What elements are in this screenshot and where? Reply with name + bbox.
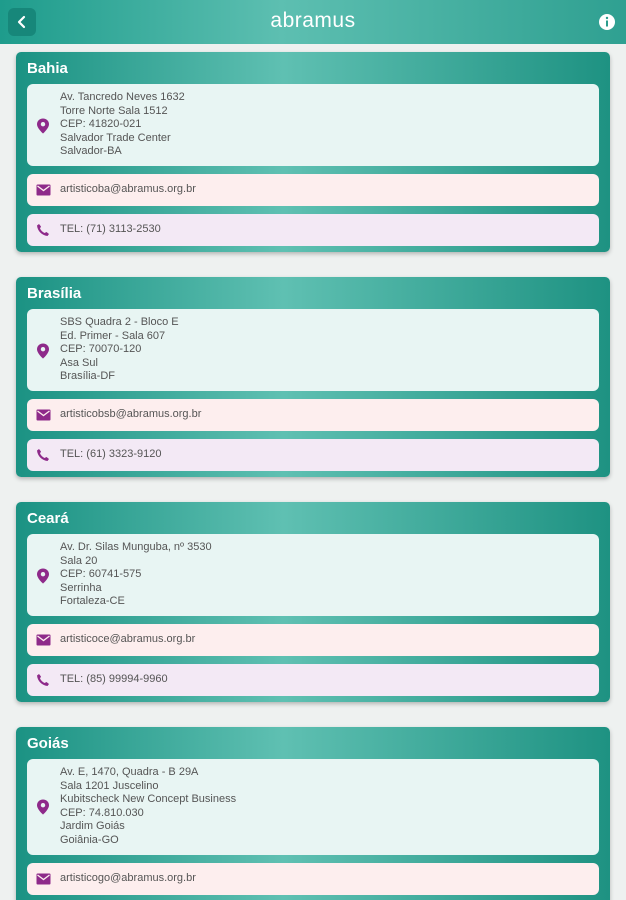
phone-icon	[37, 674, 49, 686]
address-line: Salvador-BA	[60, 145, 122, 158]
address-line: Brasília-DF	[60, 370, 116, 383]
address-line: Kubitscheck New Concept Business	[60, 793, 237, 806]
office-state-title: Bahia	[27, 60, 68, 77]
mail-icon	[36, 184, 51, 196]
address-line: CEP: 70070-120	[60, 343, 142, 356]
location-pin-icon	[37, 799, 49, 815]
address-line: Ed. Primer - Sala 607	[60, 329, 166, 342]
address-line: CEP: 74.810.030	[60, 806, 144, 819]
office-card: Brasília SBS Quadra 2 - Bloco E Ed. Prim…	[16, 277, 610, 477]
mail-icon	[36, 634, 51, 646]
address-line: SBS Quadra 2 - Bloco E	[60, 316, 179, 328]
address-row[interactable]: Av. Dr. Silas Munguba, nº 3530 Sala 20 C…	[27, 534, 599, 616]
phone-text: TEL: (61) 3323-9120	[60, 448, 162, 460]
address-line: Salvador Trade Center	[60, 131, 171, 144]
address-line: CEP: 41820-021	[60, 118, 142, 131]
address-line: Fortaleza-CE	[60, 595, 125, 608]
office-state-title: Goiás	[27, 735, 69, 752]
address-line: Av. Tancredo Neves 1632	[60, 91, 185, 103]
location-pin-icon	[37, 568, 49, 584]
phone-text: TEL: (85) 99994-9960	[60, 673, 168, 685]
phone-text: TEL: (71) 3113-2530	[60, 223, 161, 235]
address-row[interactable]: Av. Tancredo Neves 1632 Torre Norte Sala…	[27, 84, 599, 166]
office-state-title: Ceará	[27, 510, 69, 527]
address-row[interactable]: Av. E, 1470, Quadra - B 29A Sala 1201 Ju…	[27, 759, 599, 855]
address-line: Goiânia-GO	[60, 833, 119, 846]
phone-row[interactable]: TEL: (85) 99994-9960	[27, 664, 599, 696]
phone-row[interactable]: TEL: (61) 3323-9120	[27, 439, 599, 471]
info-icon[interactable]	[598, 13, 616, 31]
email-row[interactable]: artisticoba@abramus.org.br	[27, 174, 599, 206]
office-card: Goiás Av. E, 1470, Quadra - B 29A Sala 1…	[16, 727, 610, 900]
address-line: CEP: 60741-575	[60, 568, 142, 581]
address-line: Torre Norte Sala 1512	[60, 104, 168, 117]
location-pin-icon	[37, 343, 49, 359]
address-line: Jardim Goiás	[60, 820, 125, 833]
email-row[interactable]: artisticoce@abramus.org.br	[27, 624, 599, 656]
office-state-title: Brasília	[27, 285, 82, 302]
email-text: artisticogo@abramus.org.br	[60, 872, 196, 884]
mail-icon	[36, 873, 51, 885]
email-row[interactable]: artisticobsb@abramus.org.br	[27, 399, 599, 431]
address-row[interactable]: SBS Quadra 2 - Bloco E Ed. Primer - Sala…	[27, 309, 599, 391]
address-line: Serrinha	[60, 581, 102, 594]
app-logo: abramus	[270, 9, 356, 32]
top-app-bar: abramus	[0, 0, 626, 44]
phone-icon	[37, 224, 49, 236]
phone-row[interactable]: TEL: (71) 3113-2530	[27, 214, 599, 246]
office-card: Bahia Av. Tancredo Neves 1632 Torre Nort…	[16, 52, 610, 252]
address-line: Av. E, 1470, Quadra - B 29A	[60, 766, 199, 778]
mail-icon	[36, 409, 51, 421]
office-card: Ceará Av. Dr. Silas Munguba, nº 3530 Sal…	[16, 502, 610, 702]
offices-list[interactable]: Bahia Av. Tancredo Neves 1632 Torre Nort…	[0, 44, 626, 900]
location-pin-icon	[37, 118, 49, 134]
address-line: Sala 1201 Juscelino	[60, 779, 159, 792]
address-line: Asa Sul	[60, 356, 98, 369]
email-text: artisticoce@abramus.org.br	[60, 633, 196, 645]
phone-icon	[37, 449, 49, 461]
email-row[interactable]: artisticogo@abramus.org.br	[27, 863, 599, 895]
email-text: artisticoba@abramus.org.br	[60, 183, 196, 195]
email-text: artisticobsb@abramus.org.br	[60, 408, 202, 420]
address-line: Sala 20	[60, 554, 98, 567]
address-line: Av. Dr. Silas Munguba, nº 3530	[60, 541, 212, 553]
